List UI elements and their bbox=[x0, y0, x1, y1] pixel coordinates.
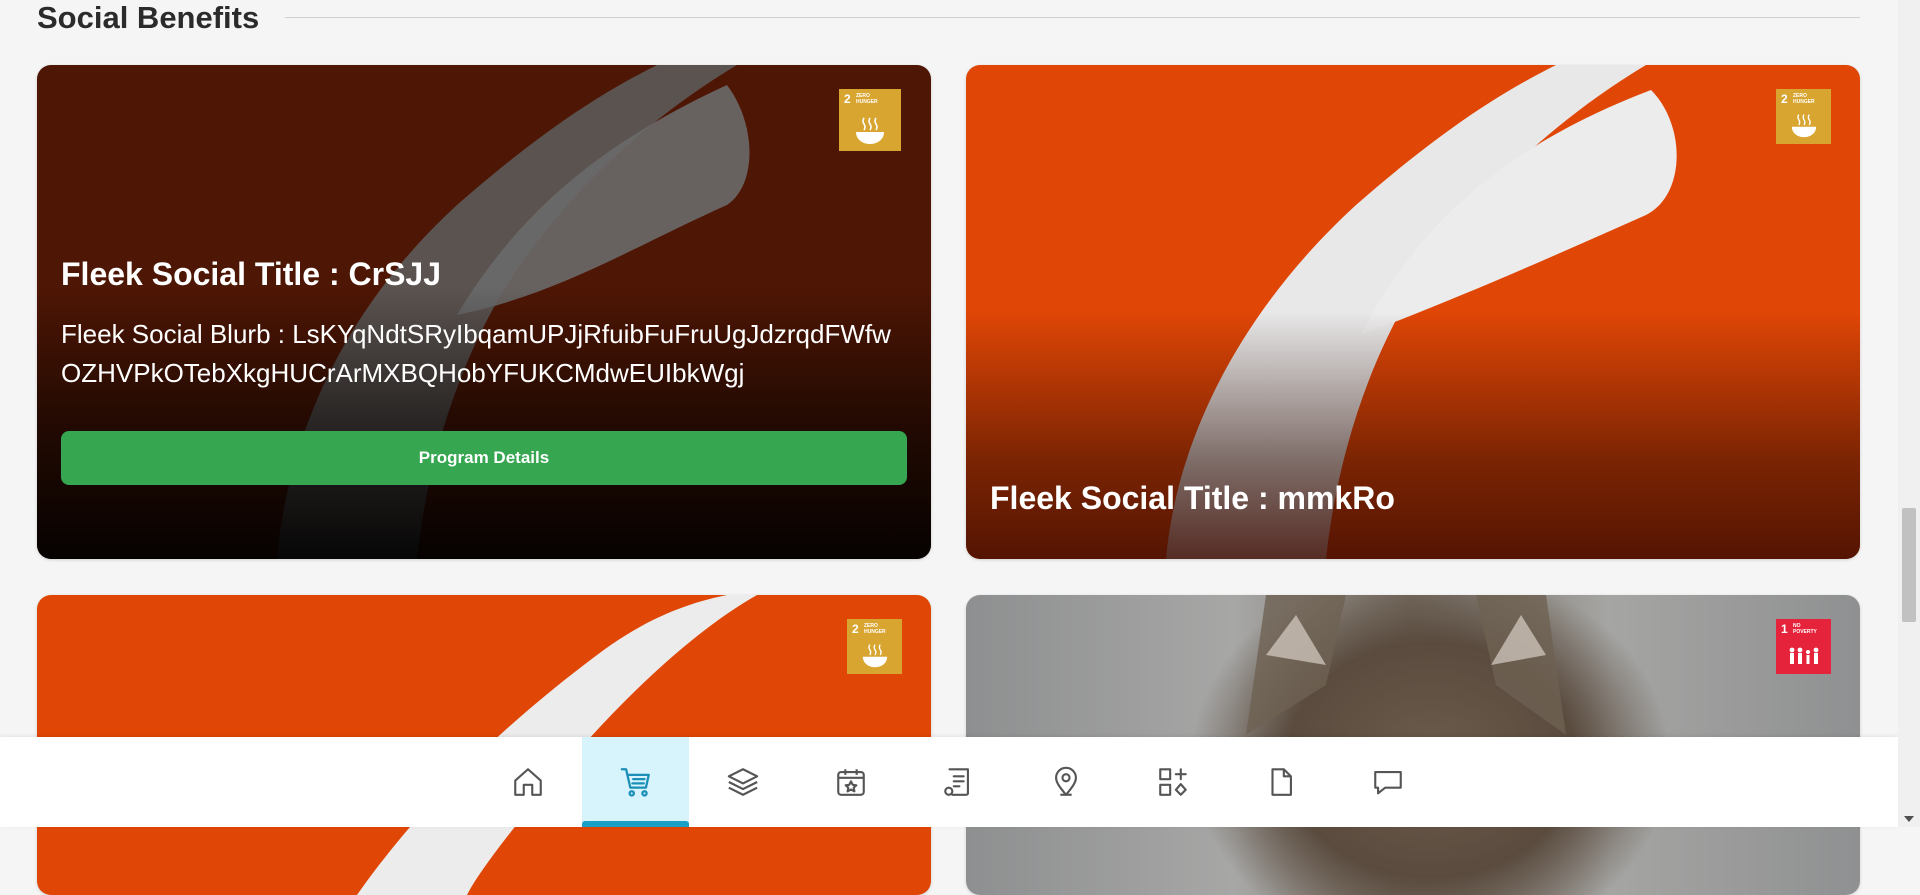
sdg-badge: 1 NO POVERTY bbox=[1776, 619, 1831, 674]
nav-events[interactable] bbox=[797, 737, 904, 827]
scroll-down-arrow-icon[interactable] bbox=[1904, 816, 1914, 822]
sdg-number: 2 bbox=[844, 92, 851, 106]
bowl-icon bbox=[862, 644, 887, 668]
section-header: Social Benefits bbox=[37, 0, 1860, 34]
scrollbar-thumb[interactable] bbox=[1902, 508, 1916, 622]
family-icon bbox=[1789, 647, 1818, 664]
nav-files[interactable] bbox=[1227, 737, 1334, 827]
sdg-number: 2 bbox=[1781, 92, 1788, 106]
document-list-icon bbox=[943, 768, 969, 796]
map-pin-icon bbox=[1054, 766, 1077, 796]
home-icon bbox=[513, 768, 542, 796]
card-title: Fleek Social Title : CrSJJ bbox=[61, 256, 442, 292]
sdg-badge: 2 ZERO HUNGER bbox=[1776, 89, 1831, 144]
nav-cart[interactable] bbox=[582, 737, 689, 827]
layers-icon bbox=[727, 768, 758, 796]
sdg-label: ZERO HUNGER bbox=[864, 623, 886, 635]
social-card[interactable]: 2 ZERO HUNGER Fleek Social Title : mmkRo bbox=[966, 65, 1860, 559]
card-title: Fleek Social Title : mmkRo bbox=[990, 480, 1395, 516]
sdg-label: ZERO HUNGER bbox=[856, 93, 878, 105]
bowl-icon bbox=[856, 117, 884, 144]
section-title: Social Benefits bbox=[37, 0, 260, 35]
nav-apps[interactable] bbox=[1119, 737, 1226, 827]
nav-chat[interactable] bbox=[1334, 737, 1441, 827]
nav-documents[interactable] bbox=[904, 737, 1011, 827]
section-divider bbox=[285, 16, 1860, 18]
sdg-badge: 2 ZERO HUNGER bbox=[839, 89, 901, 151]
chat-icon bbox=[1373, 771, 1402, 795]
bowl-icon bbox=[1791, 114, 1816, 138]
card-blurb: Fleek Social Blurb : LsKYqNdtSRyIbqamUPJ… bbox=[61, 319, 891, 389]
nav-layers[interactable] bbox=[689, 737, 796, 827]
sdg-number: 1 bbox=[1781, 622, 1788, 636]
nav-home[interactable] bbox=[474, 737, 581, 827]
scrollbar[interactable] bbox=[1898, 0, 1920, 827]
file-icon bbox=[1270, 768, 1292, 796]
calendar-star-icon bbox=[836, 769, 865, 796]
social-card[interactable]: 2 ZERO HUNGER Fleek Social Title : CrSJJ… bbox=[37, 65, 931, 559]
bottom-navigation bbox=[0, 737, 1898, 827]
sdg-badge: 2 ZERO HUNGER bbox=[847, 619, 902, 674]
sdg-label: NO POVERTY bbox=[1793, 623, 1817, 635]
nav-location[interactable] bbox=[1012, 737, 1119, 827]
apps-add-icon bbox=[1158, 768, 1187, 796]
sdg-number: 2 bbox=[852, 622, 859, 636]
program-details-button[interactable]: Program Details bbox=[61, 431, 907, 486]
cart-icon bbox=[620, 768, 650, 797]
sdg-label: ZERO HUNGER bbox=[1793, 93, 1815, 105]
